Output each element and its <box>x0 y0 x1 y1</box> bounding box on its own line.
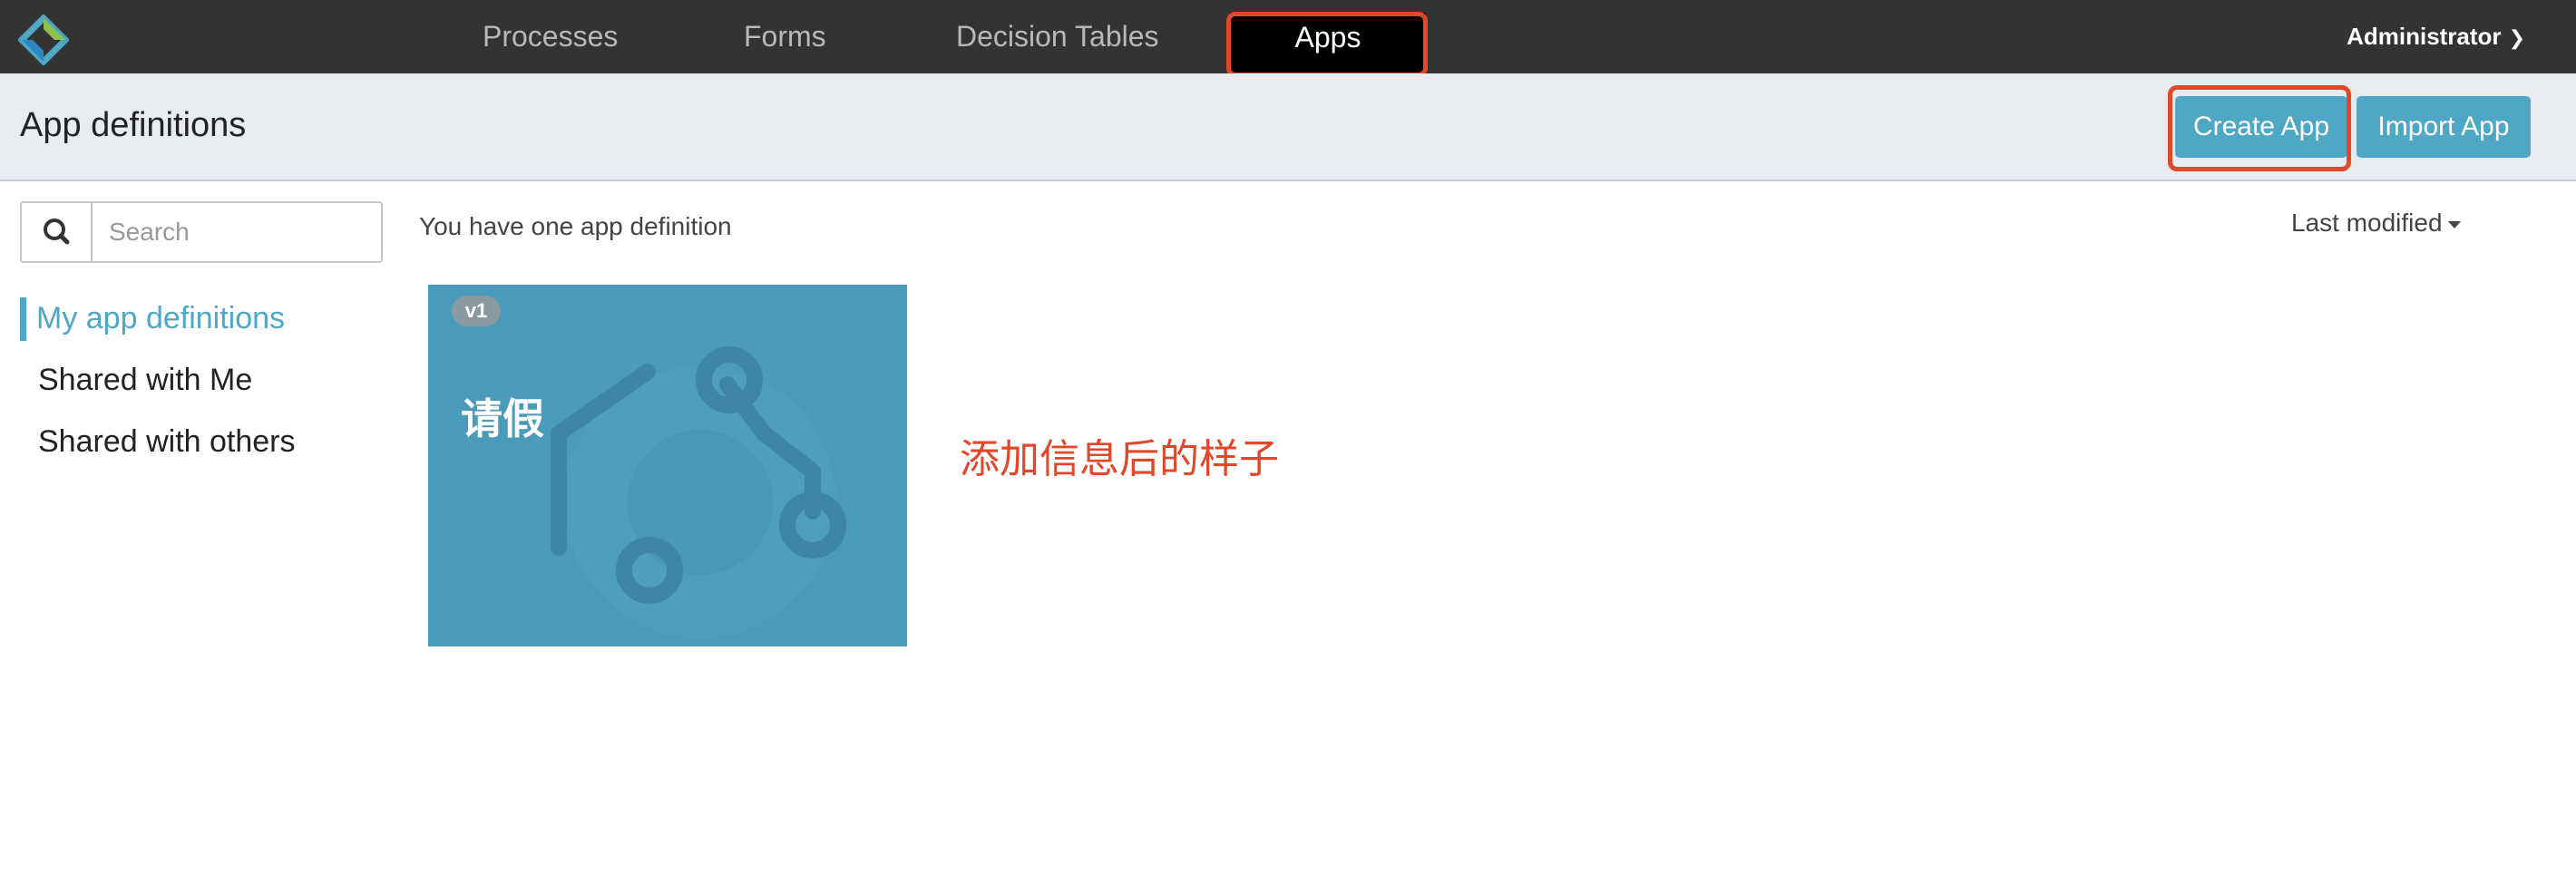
page-title: App definitions <box>20 106 247 144</box>
nav-decision-tables[interactable]: Decision Tables <box>956 0 1159 73</box>
app-name: 请假 <box>461 394 544 443</box>
nav-forms[interactable]: Forms <box>744 0 826 73</box>
app-logo-icon[interactable] <box>18 15 69 65</box>
version-badge: v1 <box>452 296 501 326</box>
annotation-highlight-create <box>2168 85 2351 171</box>
user-name: Administrator <box>2347 23 2502 50</box>
chevron-down-icon: ❯ <box>2508 26 2525 49</box>
user-menu[interactable]: Administrator ❯ <box>2347 0 2525 73</box>
sidebar-item-shared-with-me[interactable]: Shared with Me <box>38 363 252 398</box>
active-indicator <box>20 297 26 341</box>
search-icon <box>44 219 70 245</box>
app-branch-icon <box>551 346 846 638</box>
results-summary: You have one app definition <box>419 212 732 240</box>
search-button[interactable] <box>22 203 93 261</box>
sidebar-item-my-app-definitions[interactable]: My app definitions <box>36 301 285 336</box>
annotation-note: 添加信息后的样子 <box>960 436 1279 482</box>
import-app-button[interactable]: Import App <box>2356 96 2531 158</box>
search-box <box>20 201 383 263</box>
nav-processes[interactable]: Processes <box>483 0 618 73</box>
sort-label: Last modified <box>2291 209 2443 237</box>
sort-dropdown[interactable]: Last modified <box>2291 209 2461 238</box>
app-card[interactable]: v1 请假 <box>428 285 907 646</box>
annotation-highlight-apps <box>1226 12 1428 77</box>
sidebar-item-shared-with-others[interactable]: Shared with others <box>38 424 296 460</box>
search-input[interactable] <box>94 203 381 261</box>
caret-down-icon <box>2447 220 2461 228</box>
